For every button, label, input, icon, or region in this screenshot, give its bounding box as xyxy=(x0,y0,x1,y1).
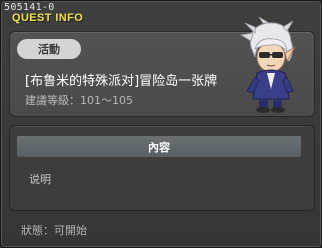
level-requirement: 建議等級：101～105 xyxy=(25,94,133,107)
window-title: QUEST INFO xyxy=(12,12,84,24)
content-section-header: 內容 xyxy=(17,136,301,157)
npc-portrait-icon xyxy=(239,17,297,113)
category-badge: 活動 xyxy=(17,39,81,59)
quest-name: [布鲁米的特殊派对]冒险岛一张牌 xyxy=(25,74,218,89)
quest-status: 狀態：可開始 xyxy=(21,224,87,237)
description-label: 说明 xyxy=(29,173,51,186)
quest-info-window: 505141-0 QUEST INFO 活動 [布鲁米的特殊派对]冒险岛一张牌 … xyxy=(0,0,322,248)
